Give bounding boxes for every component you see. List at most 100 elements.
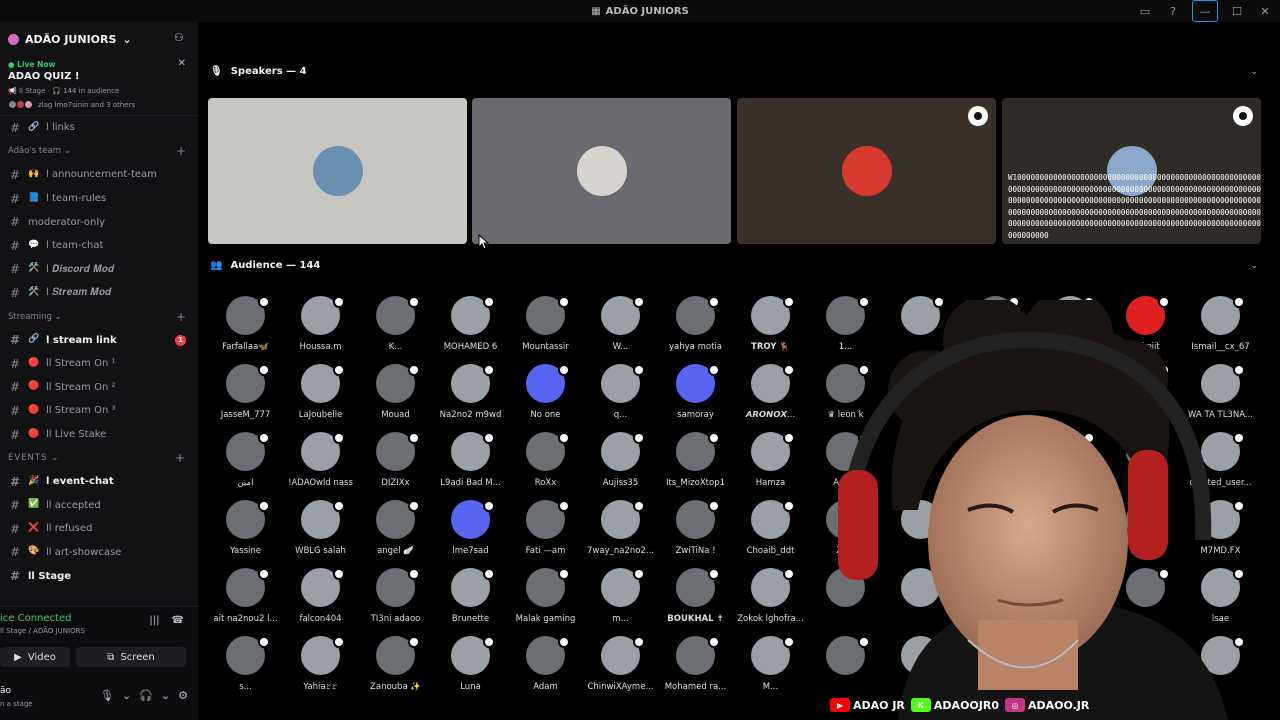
audience-member[interactable]: Zanouba ✨ bbox=[358, 636, 433, 704]
chevron-down-icon[interactable]: ⌄ bbox=[1250, 261, 1258, 271]
speaker-tile[interactable] bbox=[472, 98, 731, 244]
microphone-icon[interactable]: 🎙 bbox=[100, 689, 114, 702]
channel-item[interactable]: # 🎉 l event-chat bbox=[0, 470, 198, 494]
audience-member[interactable]: angel 🪽 bbox=[358, 500, 433, 568]
disconnect-icon[interactable]: ☎ bbox=[172, 615, 184, 626]
audience-member[interactable]: BOUKHAL ✝ bbox=[658, 568, 733, 636]
audience-member[interactable]: LaJoubelle bbox=[283, 364, 358, 432]
channel-item[interactable]: # 🔗 l links bbox=[0, 116, 198, 140]
audience-member[interactable]: Zokok lghofra... bbox=[733, 568, 808, 636]
audience-member[interactable]: Mohamed ra... bbox=[658, 636, 733, 704]
audience-member[interactable]: q... bbox=[583, 364, 658, 432]
audience-member[interactable]: Fati —am bbox=[508, 500, 583, 568]
noise-suppression-icon[interactable]: ||| bbox=[149, 615, 159, 626]
audience-member[interactable]: falcon404 bbox=[283, 568, 358, 636]
channel-item[interactable]: # 🛠️ l 𝑫𝒊𝒔𝒄𝒐𝒓𝒅 𝑴𝒐𝒅 bbox=[0, 258, 198, 282]
add-channel-icon[interactable]: + bbox=[175, 451, 186, 465]
add-channel-icon[interactable]: + bbox=[176, 310, 186, 324]
audience-member[interactable]: Hamza bbox=[733, 432, 808, 500]
audience-member[interactable]: Yassine bbox=[208, 500, 283, 568]
audience-member[interactable]: 7way_na2no2... bbox=[583, 500, 658, 568]
channel-label: l team-rules bbox=[46, 193, 107, 205]
channel-item[interactable]: # ❌ ll refused bbox=[0, 517, 198, 541]
audience-member[interactable]: Yahia𝚛𝚛 bbox=[283, 636, 358, 704]
audience-member[interactable]: K... bbox=[358, 296, 433, 364]
channel-item[interactable]: # moderator-only bbox=[0, 210, 198, 234]
channel-item[interactable]: # 🎨 ll art-showcase bbox=[0, 541, 198, 565]
audience-member[interactable]: Mountassir bbox=[508, 296, 583, 364]
audience-member[interactable]: yahya motia bbox=[658, 296, 733, 364]
audience-member[interactable]: Mouad bbox=[358, 364, 433, 432]
channel-item[interactable]: # 🔴 ll Stream On ² bbox=[0, 376, 198, 400]
channel-item[interactable]: # 🔴 ll Stream On ³ bbox=[0, 399, 198, 423]
channel-item[interactable]: # 🔴 ll Live Stake bbox=[0, 423, 198, 447]
headphones-icon[interactable]: 🎧 bbox=[139, 689, 153, 702]
help-icon[interactable]: ? bbox=[1164, 2, 1182, 20]
audience-member[interactable]: Houssa.m bbox=[283, 296, 358, 364]
audience-member[interactable]: ait na2nou2 l... bbox=[208, 568, 283, 636]
audience-member[interactable]: L9adi Bad M... bbox=[433, 432, 508, 500]
gear-icon[interactable]: ⚙ bbox=[178, 689, 188, 702]
add-member-icon[interactable]: ⚇ bbox=[174, 31, 188, 45]
audience-member[interactable]: امين bbox=[208, 432, 283, 500]
chevron-down-icon[interactable]: ⌄ bbox=[1250, 67, 1258, 77]
category-streaming[interactable]: Streaming ⌄ + bbox=[0, 305, 198, 329]
channel-item[interactable]: # ✅ ll accepted bbox=[0, 494, 198, 518]
audience-member[interactable]: samoray bbox=[658, 364, 733, 432]
audience-member[interactable]: DIZIXx bbox=[358, 432, 433, 500]
audience-member[interactable]: 𝘼𝙍𝙊𝙉𝙊𝙓... bbox=[733, 364, 808, 432]
minimize-button[interactable]: — bbox=[1192, 0, 1218, 22]
audience-member[interactable]: Luna bbox=[433, 636, 508, 704]
chevron-down-icon[interactable]: ⌄ bbox=[122, 689, 131, 702]
channel-item[interactable]: # ll Stage bbox=[0, 564, 198, 588]
audience-member[interactable]: !ADAOwld nass bbox=[283, 432, 358, 500]
video-button[interactable]: ▶ Video bbox=[0, 647, 70, 667]
channel-item[interactable]: # 📘 l team-rules bbox=[0, 187, 198, 211]
add-channel-icon[interactable]: + bbox=[176, 144, 186, 158]
audience-member[interactable]: No one bbox=[508, 364, 583, 432]
live-stage-card[interactable]: ● Live Now ADAO QUIZ ! 📢 Il Stage · 🎧 14… bbox=[0, 56, 198, 116]
channel-item[interactable]: # 💬 l team-chat bbox=[0, 234, 198, 258]
audience-member[interactable]: M... bbox=[733, 636, 808, 704]
audience-member[interactable]: ChinwiXAyme... bbox=[583, 636, 658, 704]
inbox-icon[interactable]: ▭ bbox=[1136, 2, 1154, 20]
audience-member[interactable]: Malak gaming bbox=[508, 568, 583, 636]
speaker-request-icon bbox=[333, 636, 345, 648]
audience-member[interactable]: MOHAMED 6 bbox=[433, 296, 508, 364]
maximize-button[interactable]: ☐ bbox=[1228, 2, 1246, 20]
channel-item[interactable]: # 🙌 l announcement-team bbox=[0, 163, 198, 187]
audience-member[interactable]: JasseM_777 bbox=[208, 364, 283, 432]
speaker-badge-icon bbox=[1233, 106, 1253, 126]
audience-member[interactable]: Its_MizoXtop1 bbox=[658, 432, 733, 500]
audience-member[interactable]: RoXx bbox=[508, 432, 583, 500]
audience-member[interactable]: TROY 🦌 bbox=[733, 296, 808, 364]
audience-member[interactable]: W... bbox=[583, 296, 658, 364]
speaker-tile[interactable] bbox=[737, 98, 996, 244]
audience-member[interactable]: s... bbox=[208, 636, 283, 704]
audience-member[interactable]: Farfallaa🦋 bbox=[208, 296, 283, 364]
audience-member[interactable]: WBLG salah bbox=[283, 500, 358, 568]
speakers-header[interactable]: 🎙 Speakers — 4 bbox=[210, 66, 307, 77]
channel-item[interactable]: # 🔴 ll Stream On ¹ bbox=[0, 352, 198, 376]
audience-member[interactable]: TI3ni adaoo bbox=[358, 568, 433, 636]
chevron-down-icon[interactable]: ⌄ bbox=[161, 689, 170, 702]
speaker-tile[interactable] bbox=[208, 98, 467, 244]
close-icon[interactable]: ✕ bbox=[178, 58, 186, 69]
category-team[interactable]: Adão's team ⌄ + bbox=[0, 140, 198, 164]
screen-share-button[interactable]: ⧉ Screen bbox=[76, 647, 186, 667]
audience-member[interactable]: Aujiss35 bbox=[583, 432, 658, 500]
audience-header[interactable]: 👥 Audience — 144 bbox=[210, 260, 320, 271]
category-events[interactable]: EVENTS ⌄ + bbox=[0, 446, 198, 470]
audience-member[interactable]: Adam bbox=[508, 636, 583, 704]
channel-item[interactable]: # 🔗 l stream link 1 bbox=[0, 328, 198, 352]
audience-member[interactable]: lme7sad bbox=[433, 500, 508, 568]
audience-member[interactable]: Na2no2 m9wd bbox=[433, 364, 508, 432]
server-header[interactable]: ADÃO JUNIORS ⌄ ⚇ bbox=[0, 22, 198, 56]
channel-item[interactable]: # 🛠️ l 𝑺𝒕𝒓𝒆𝒂𝒎 𝑴𝒐𝒅 bbox=[0, 281, 198, 305]
speaker-tile[interactable]: W100000000000000000000000000000000000000… bbox=[1002, 98, 1261, 244]
close-window-button[interactable]: ✕ bbox=[1256, 2, 1274, 20]
audience-member[interactable]: ZwiTiNa ! bbox=[658, 500, 733, 568]
audience-member[interactable]: m... bbox=[583, 568, 658, 636]
audience-member[interactable]: Brunette bbox=[433, 568, 508, 636]
audience-member[interactable]: Choaib_ddt bbox=[733, 500, 808, 568]
